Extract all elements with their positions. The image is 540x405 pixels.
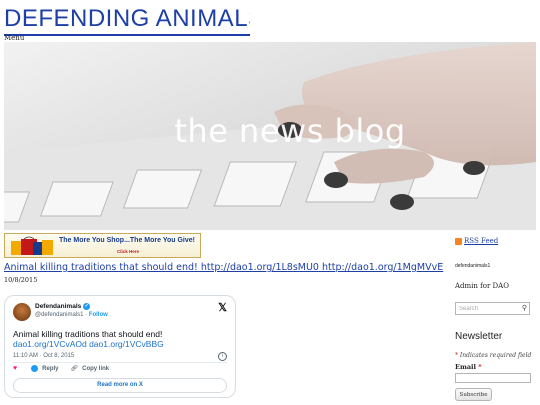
copy-link-button[interactable]: Copy link xyxy=(82,366,109,372)
tweet-author-label: Defendanimals xyxy=(35,303,82,311)
tweet-text: Animal killing traditions that should en… xyxy=(13,329,163,339)
search-input[interactable] xyxy=(456,303,518,314)
site-title[interactable]: DEFENDING ANIMALS ONLINE xyxy=(4,4,250,36)
rss-icon xyxy=(455,237,462,245)
email-field[interactable] xyxy=(455,373,531,383)
heart-icon[interactable]: ♥ xyxy=(13,365,17,372)
email-required-asterisk: * xyxy=(478,363,482,371)
rss-label: RSS Feed xyxy=(464,237,499,245)
embedded-tweet[interactable]: Defendanimals ✓ @defendanimals1 · Follow … xyxy=(4,295,236,398)
verified-badge-icon: ✓ xyxy=(83,303,91,310)
email-label: Email * xyxy=(455,363,482,371)
search-box: ⚲ xyxy=(455,302,530,315)
required-note-text: Indicates required field xyxy=(459,352,532,359)
required-asterisk: * xyxy=(455,352,458,359)
shopping-ad-banner[interactable]: The More You Shop...The More You Give! C… xyxy=(4,233,201,258)
reply-icon[interactable] xyxy=(31,365,39,372)
menu-toggle[interactable]: Menu xyxy=(4,34,24,42)
required-note: * Indicates required field xyxy=(455,352,531,359)
author-role: Admin for DAO xyxy=(455,282,509,290)
link-icon[interactable]: 🔗︎ xyxy=(71,365,79,372)
x-logo-icon[interactable]: 𝕏 xyxy=(218,301,227,314)
post-title-link[interactable]: Animal killing traditions that should en… xyxy=(4,262,443,273)
tweet-timestamp[interactable]: 11:10 AM · Oct 8, 2015 xyxy=(13,353,74,359)
ad-headline: The More You Shop...The More You Give! xyxy=(59,237,195,244)
hero-banner: the news blog xyxy=(4,42,536,230)
tweet-links[interactable]: dao1.org/1VCvAOd dao1.org/1VCvBBG xyxy=(13,339,164,349)
tweet-actions: ♥ Reply 🔗︎ Copy link xyxy=(13,365,109,372)
post-date: 10/8/2015 xyxy=(4,276,38,284)
rss-feed-link[interactable]: RSS Feed xyxy=(455,237,498,245)
hero-title: the news blog xyxy=(174,112,406,150)
search-icon[interactable]: ⚲ xyxy=(522,304,527,312)
newsletter-heading: Newsletter xyxy=(455,331,503,342)
read-more-button[interactable]: Read more on X xyxy=(13,378,227,393)
handle-separator: · xyxy=(85,312,88,318)
reply-button[interactable]: Reply xyxy=(42,366,58,372)
tweet-author-name[interactable]: Defendanimals ✓ xyxy=(35,303,91,311)
email-label-text: Email xyxy=(455,363,476,371)
tweet-divider xyxy=(13,362,227,363)
ad-click-here: Click Here xyxy=(117,249,140,254)
info-icon[interactable]: i xyxy=(218,352,227,361)
subscribe-button[interactable]: Subscribe xyxy=(455,388,492,401)
avatar[interactable] xyxy=(13,303,31,321)
shopping-bags-icon xyxy=(11,236,53,255)
follow-link[interactable]: Follow xyxy=(89,312,108,318)
author-name: defendanimals1 xyxy=(455,263,491,269)
tweet-handle-line: @defendanimals1 · Follow xyxy=(35,312,108,318)
tweet-handle[interactable]: @defendanimals1 xyxy=(35,312,83,318)
